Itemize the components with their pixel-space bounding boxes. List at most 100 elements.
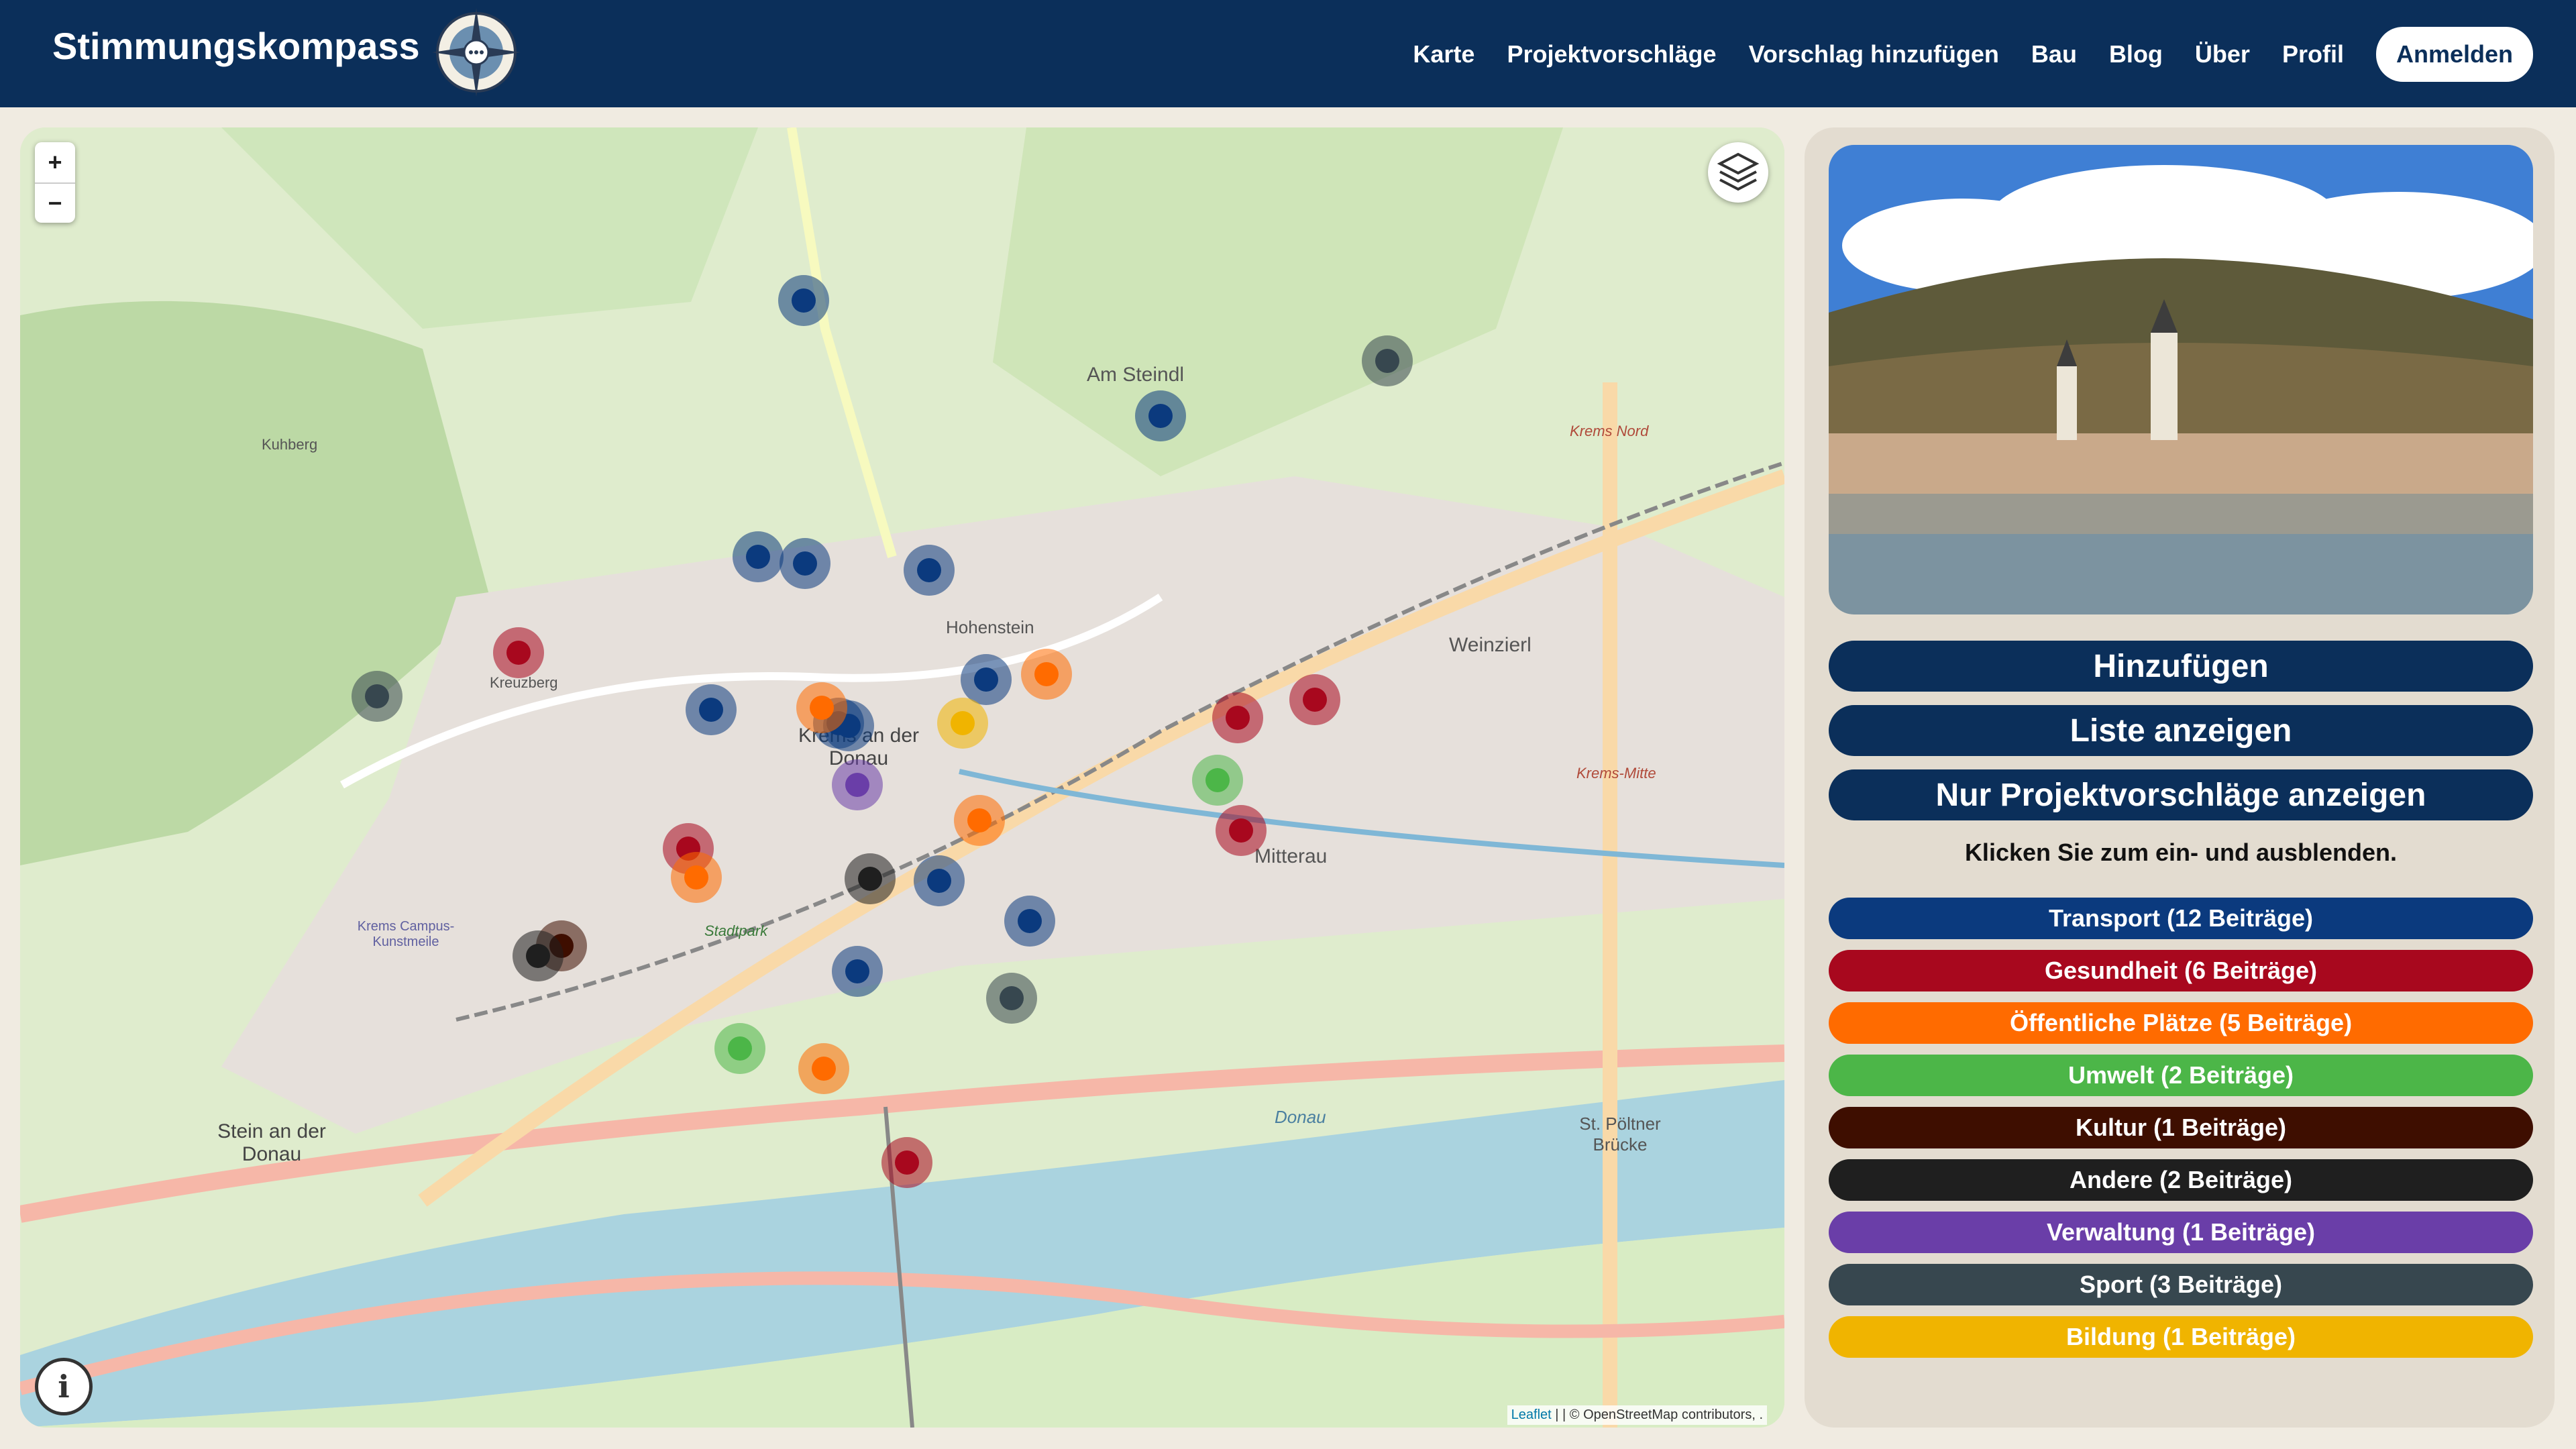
map-marker-dot (728, 1036, 752, 1061)
map-marker-transport-group[interactable] (1135, 390, 1186, 441)
zoom-control: + − (35, 142, 75, 223)
map-marker-oeffentlich-group[interactable] (798, 1043, 849, 1094)
map-marker-transport-group[interactable] (686, 684, 737, 735)
map-label-hohenstein: Hohenstein (946, 617, 1034, 637)
map-marker-dot (967, 808, 991, 833)
map-marker-transport-group[interactable] (778, 275, 829, 326)
map-marker-transport-group[interactable] (780, 538, 830, 589)
map-marker-dot (951, 711, 975, 735)
map-marker-dot (1303, 688, 1327, 712)
map-marker-dot (845, 959, 869, 983)
map-marker-dot (792, 288, 816, 313)
map-marker-umwelt-group[interactable] (1192, 755, 1243, 806)
map-label-stein: Stein an der Donau (217, 1120, 326, 1165)
only-proposals-button[interactable]: Nur Projektvorschläge anzeigen (1829, 769, 2533, 820)
category-transport[interactable]: Transport (12 Beiträge) (1829, 898, 2533, 939)
layers-icon[interactable] (1708, 142, 1768, 203)
map-label-st-poltner-bruecke: St. Pöltner Brücke (1579, 1114, 1661, 1155)
map-marker-umwelt-group[interactable] (714, 1023, 765, 1074)
map-marker-transport-group[interactable] (832, 946, 883, 997)
map-marker-dot (1000, 986, 1024, 1010)
category-gesundheit[interactable]: Gesundheit (6 Beiträge) (1829, 950, 2533, 991)
category-umwelt[interactable]: Umwelt (2 Beiträge) (1829, 1055, 2533, 1096)
nav-projektvorschlaege[interactable]: Projektvorschläge (1507, 40, 1716, 68)
attribution-text: | | © OpenStreetMap contributors, . (1551, 1407, 1763, 1422)
category-sport[interactable]: Sport (3 Beiträge) (1829, 1264, 2533, 1305)
map-marker-gesundheit-group[interactable] (1289, 674, 1340, 725)
brand-title[interactable]: Stimmungskompass (52, 24, 420, 68)
category-oeffentliche-plaetze[interactable]: Öffentliche Plätze (5 Beiträge) (1829, 1002, 2533, 1044)
map-marker-transport-group[interactable] (914, 855, 965, 906)
map-marker-andere-group[interactable] (513, 930, 564, 981)
map-marker-dot (1018, 909, 1042, 933)
city-photo (1829, 145, 2533, 614)
map-label-krems-nord: Krems Nord (1570, 423, 1649, 439)
map-marker-gesundheit-group[interactable] (881, 1137, 932, 1188)
map-marker-bildung-group[interactable] (937, 698, 988, 749)
map-marker-dot (1229, 818, 1253, 843)
category-verwaltung[interactable]: Verwaltung (1 Beiträge) (1829, 1212, 2533, 1253)
map-marker-transport-group[interactable] (961, 654, 1012, 705)
map-marker-dot (506, 641, 531, 665)
add-button[interactable]: Hinzufügen (1829, 641, 2533, 692)
leaflet-link[interactable]: Leaflet (1511, 1407, 1552, 1422)
map-marker-gesundheit-group[interactable] (493, 627, 544, 678)
map-marker-dot (845, 773, 869, 797)
map-marker-oeffentlich-group[interactable] (671, 852, 722, 903)
map-label-krems-mitte: Krems-Mitte (1576, 765, 1656, 782)
nav-blog[interactable]: Blog (2109, 40, 2163, 68)
map-marker-dot (810, 696, 834, 720)
map-marker-sport-group[interactable] (1362, 335, 1413, 386)
nav-karte[interactable]: Karte (1413, 40, 1474, 68)
nav-ueber[interactable]: Über (2195, 40, 2250, 68)
map-marker-dot (917, 558, 941, 582)
side-panel: Hinzufügen Liste anzeigen Nur Projektvor… (1805, 127, 2555, 1428)
map-marker-dot (1034, 662, 1059, 686)
map-marker-oeffentlich-group[interactable] (954, 795, 1005, 846)
compass-logo-icon[interactable] (429, 5, 523, 99)
map-marker-sport-group[interactable] (986, 973, 1037, 1024)
category-bildung[interactable]: Bildung (1 Beiträge) (1829, 1316, 2533, 1358)
map-marker-oeffentlich-group[interactable] (796, 682, 847, 733)
map-marker-gesundheit-group[interactable] (1212, 692, 1263, 743)
map-marker-gesundheit-group[interactable] (1216, 805, 1267, 856)
map-marker-verwaltung-group[interactable] (832, 759, 883, 810)
zoom-in-button[interactable]: + (35, 142, 75, 182)
map-label-weinzierl: Weinzierl (1449, 634, 1532, 656)
map-marker-dot (684, 865, 708, 890)
map-marker-dot (699, 698, 723, 722)
map-marker-andere-group[interactable] (845, 853, 896, 904)
map-marker-transport-group[interactable] (904, 545, 955, 596)
map-marker-sport-group[interactable] (352, 671, 402, 722)
map-marker-dot (793, 551, 817, 576)
main-nav: Karte Projektvorschläge Vorschlag hinzuf… (1413, 27, 2533, 82)
map-marker-dot (858, 867, 882, 891)
nav-bau[interactable]: Bau (2031, 40, 2077, 68)
map-marker-oeffentlich-group[interactable] (1021, 649, 1072, 700)
map-label-kuhberg: Kuhberg (262, 436, 318, 453)
info-icon[interactable]: i (35, 1358, 93, 1415)
category-kultur[interactable]: Kultur (1 Beiträge) (1829, 1107, 2533, 1148)
map-marker-transport-group[interactable] (1004, 896, 1055, 947)
map-marker-dot (1226, 706, 1250, 730)
nav-profil[interactable]: Profil (2282, 40, 2344, 68)
map-marker-dot (974, 667, 998, 692)
map-marker-dot (746, 545, 770, 569)
category-andere[interactable]: Andere (2 Beiträge) (1829, 1159, 2533, 1201)
map-marker-transport-group[interactable] (733, 531, 784, 582)
map-marker-dot (1375, 349, 1399, 373)
login-button[interactable]: Anmelden (2375, 27, 2533, 82)
nav-vorschlag-hinzufuegen[interactable]: Vorschlag hinzufügen (1749, 40, 1999, 68)
map-label-campus: Krems Campus-Kunstmeile (357, 919, 455, 949)
map-marker-dot (365, 684, 389, 708)
map-label-stadtpark: Stadtpark (704, 922, 768, 939)
zoom-out-button[interactable]: − (35, 182, 75, 223)
toggle-hint: Klicken Sie zum ein- und ausblenden. (1964, 839, 2398, 866)
map-tiles (20, 127, 1784, 1428)
map-view[interactable]: Krems an der Donau Stein an der Donau Mi… (20, 127, 1784, 1428)
show-list-button[interactable]: Liste anzeigen (1829, 705, 2533, 756)
map-attribution: Leaflet | | © OpenStreetMap contributors… (1507, 1405, 1767, 1425)
map-label-donau: Donau (1275, 1107, 1326, 1127)
map-marker-dot (526, 944, 550, 968)
top-navbar: Stimmungskompass Karte Projektvorschläge… (0, 0, 2576, 107)
